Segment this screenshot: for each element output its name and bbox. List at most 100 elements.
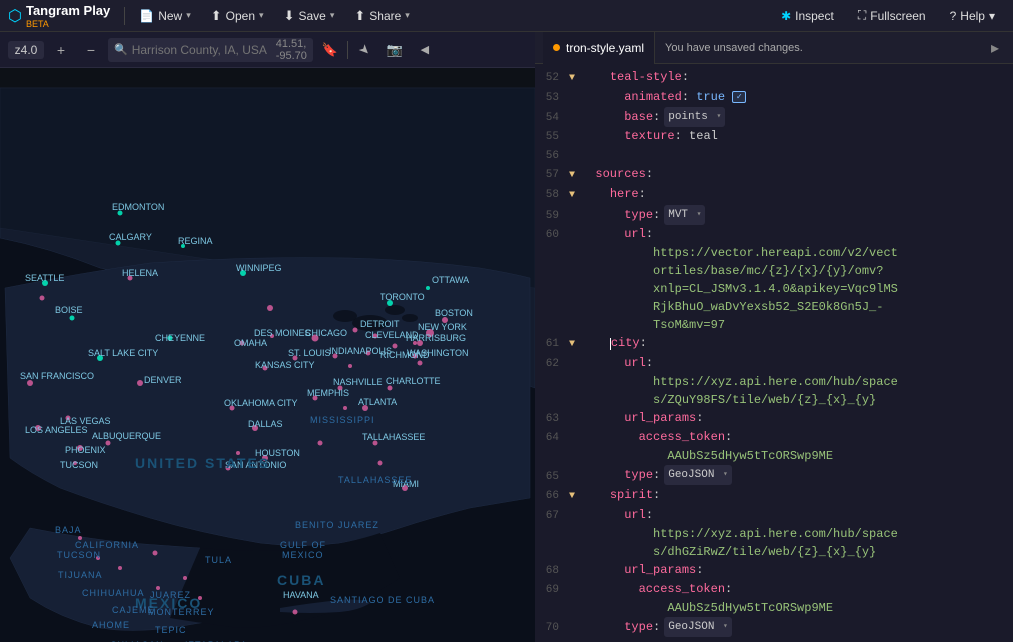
logo-icon: ⬡: [8, 6, 22, 26]
code-line: https://xyz.api.here.com/hub/space: [535, 373, 1013, 391]
line-arrow: ▼: [569, 336, 581, 354]
inspect-button[interactable]: ✱ Inspect: [771, 0, 844, 32]
help-button[interactable]: ? Help ▾: [940, 0, 1005, 32]
fullscreen-button[interactable]: ⛶ Fullscreen: [848, 0, 936, 32]
search-input[interactable]: [132, 43, 272, 57]
code-line: TsoM&mv=97: [535, 316, 1013, 334]
line-number: 57: [539, 166, 569, 184]
line-text: here:: [581, 185, 1009, 203]
camera-icon: 📷: [387, 42, 403, 58]
line-number: 64: [539, 429, 569, 447]
code-line: 68 url_params:: [535, 561, 1013, 580]
line-number: 58: [539, 186, 569, 204]
line-text: AAUbSz5dHyw5tTcORSwp9ME: [581, 447, 1009, 465]
svg-text:UNITED STATES: UNITED STATES: [135, 455, 270, 471]
code-line: 58▼ here:: [535, 185, 1013, 205]
editor-tab-main[interactable]: tron-style.yaml: [543, 32, 655, 64]
navigate-button[interactable]: ➤: [352, 37, 378, 63]
svg-text:TIJUANA: TIJUANA: [58, 570, 103, 580]
code-line: 54 base:points ▾: [535, 107, 1013, 127]
help-icon: ?: [950, 9, 957, 23]
svg-text:LAS VEGAS: LAS VEGAS: [60, 416, 111, 426]
share-caret: ▾: [405, 10, 410, 21]
bookmark-button[interactable]: 🔖: [317, 37, 343, 63]
svg-text:CHEYENNE: CHEYENNE: [155, 333, 205, 343]
line-text: s/dhGZiRwZ/tile/web/{z}_{x}_{y}: [581, 543, 1009, 561]
logo: ⬡ Tangram Play BETA: [8, 2, 110, 29]
code-line: 53 animated: true ✓: [535, 88, 1013, 107]
svg-text:HARRISBURG: HARRISBURG: [406, 333, 466, 343]
line-text: RjkBhuO_waDvYexsb52_S2E0k8Gn5J_-: [581, 298, 1009, 316]
new-button[interactable]: 📄 New ▾: [131, 0, 199, 32]
line-text: city:: [581, 334, 1009, 352]
code-line: 62 url:: [535, 354, 1013, 373]
line-number: 69: [539, 581, 569, 599]
svg-text:CALIFORNIA: CALIFORNIA: [75, 540, 139, 550]
line-text: base:points ▾: [581, 107, 1009, 127]
expand-icon: ◀: [421, 43, 429, 56]
svg-text:TALLAHASSEE: TALLAHASSEE: [338, 475, 412, 485]
svg-text:TEPIC: TEPIC: [155, 625, 187, 635]
svg-text:MISSISSIPPI: MISSISSIPPI: [310, 415, 375, 425]
svg-text:HAVANA: HAVANA: [283, 590, 319, 600]
svg-text:BAJA: BAJA: [55, 525, 82, 535]
line-arrow: ▼: [569, 167, 581, 185]
line-arrow: ▼: [569, 488, 581, 506]
search-box[interactable]: 🔍 41.51, -95.70: [108, 38, 313, 62]
svg-text:OKLAHOMA CITY: OKLAHOMA CITY: [224, 398, 298, 408]
svg-text:BOSTON: BOSTON: [435, 308, 473, 318]
editor-expand-button[interactable]: ▸: [985, 38, 1005, 58]
svg-text:CHARLOTTE: CHARLOTTE: [386, 376, 441, 386]
svg-text:ALBUQUERQUE: ALBUQUERQUE: [92, 431, 161, 441]
editor-code[interactable]: 52▼ teal-style:53 animated: true ✓54 bas…: [535, 64, 1013, 642]
svg-text:SAN FRANCISCO: SAN FRANCISCO: [20, 371, 94, 381]
map-area[interactable]: z4.0 + − 🔍 41.51, -95.70 🔖 ➤ 📷: [0, 32, 535, 642]
svg-text:BOISE: BOISE: [55, 305, 83, 315]
svg-text:CALGARY: CALGARY: [109, 232, 152, 242]
code-line: 64 access_token:: [535, 428, 1013, 447]
svg-text:NEW YORK: NEW YORK: [418, 322, 467, 332]
top-bar: ⬡ Tangram Play BETA 📄 New ▾ ⬆ Open ▾ ⬇ S…: [0, 0, 1013, 32]
line-text: s/ZQuY98FS/tile/web/{z}_{x}_{y}: [581, 391, 1009, 409]
svg-text:JUAREZ: JUAREZ: [150, 590, 191, 600]
svg-text:DENVER: DENVER: [144, 375, 182, 385]
logo-beta: BETA: [26, 20, 110, 29]
save-caret: ▾: [330, 10, 335, 21]
svg-text:OMAHA: OMAHA: [234, 338, 267, 348]
share-button[interactable]: ⬆ Share ▾: [346, 0, 417, 32]
map-canvas[interactable]: SEATTLE BOISE SAN FRANCISCO LOS ANGELES …: [0, 68, 535, 642]
line-number: 68: [539, 562, 569, 580]
code-line: 67 url:: [535, 506, 1013, 525]
zoom-in-button[interactable]: +: [48, 37, 74, 63]
line-arrow: ▼: [569, 187, 581, 205]
expand-map-button[interactable]: ◀: [412, 37, 438, 63]
svg-text:WASHINGTON: WASHINGTON: [407, 348, 469, 358]
line-number: 52: [539, 69, 569, 87]
svg-text:PHOENIX: PHOENIX: [65, 445, 106, 455]
line-number: 56: [539, 147, 569, 165]
line-text: url:: [581, 354, 1009, 372]
svg-text:MEMPHIS: MEMPHIS: [307, 388, 349, 398]
line-number: 62: [539, 355, 569, 373]
open-button[interactable]: ⬆ Open ▾: [203, 0, 272, 32]
code-line: 65 type:GeoJSON ▾: [535, 465, 1013, 485]
svg-text:OTTAWA: OTTAWA: [432, 275, 469, 285]
camera-button[interactable]: 📷: [382, 37, 408, 63]
line-number: 66: [539, 487, 569, 505]
line-text: url:: [581, 506, 1009, 524]
code-line: https://vector.hereapi.com/v2/vect: [535, 244, 1013, 262]
svg-text:REGINA: REGINA: [178, 236, 213, 246]
code-line: 61▼ city:: [535, 334, 1013, 354]
code-line: 59 type:MVT ▾: [535, 205, 1013, 225]
svg-text:TORONTO: TORONTO: [380, 292, 425, 302]
editor-tabs: tron-style.yaml You have unsaved changes…: [535, 32, 1013, 64]
open-icon: ⬆: [211, 8, 222, 24]
zoom-out-button[interactable]: −: [78, 37, 104, 63]
svg-text:SANTIAGO DE CUBA: SANTIAGO DE CUBA: [330, 595, 435, 605]
save-button[interactable]: ⬇ Save ▾: [276, 0, 343, 32]
content-area: z4.0 + − 🔍 41.51, -95.70 🔖 ➤ 📷: [0, 32, 1013, 642]
line-text: [581, 146, 1009, 164]
editor-area: tron-style.yaml You have unsaved changes…: [535, 32, 1013, 642]
line-text: AAUbSz5dHyw5tTcORSwp9ME: [581, 599, 1009, 617]
code-line: AAUbSz5dHyw5tTcORSwp9ME: [535, 599, 1013, 617]
